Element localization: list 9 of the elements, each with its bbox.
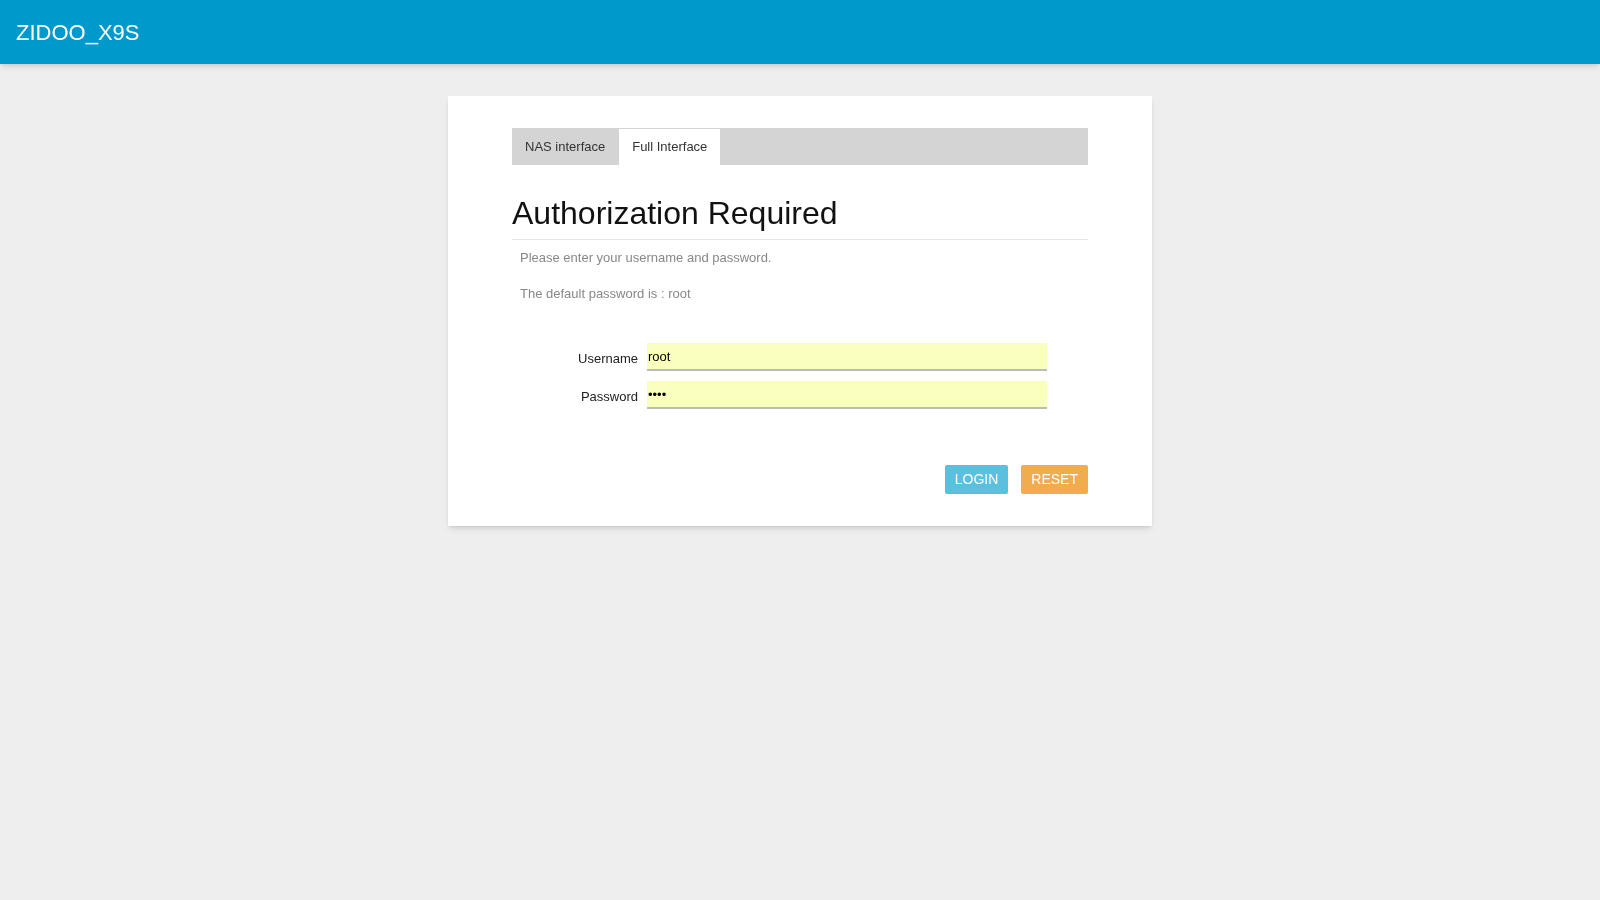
- input-field[interactable]: ••••: [647, 381, 1047, 409]
- input-field[interactable]: root: [647, 343, 1047, 371]
- info-text: Please enter your username and password.: [520, 249, 773, 267]
- tab[interactable]: Full Interface: [618, 128, 722, 165]
- info-text: The default password is : root: [520, 284, 692, 303]
- page-heading: Authorization Required: [512, 193, 1088, 240]
- site-title: ZIDOO_X9S: [16, 18, 140, 47]
- field-label: Password: [579, 388, 639, 407]
- field-label: Username: [577, 350, 639, 369]
